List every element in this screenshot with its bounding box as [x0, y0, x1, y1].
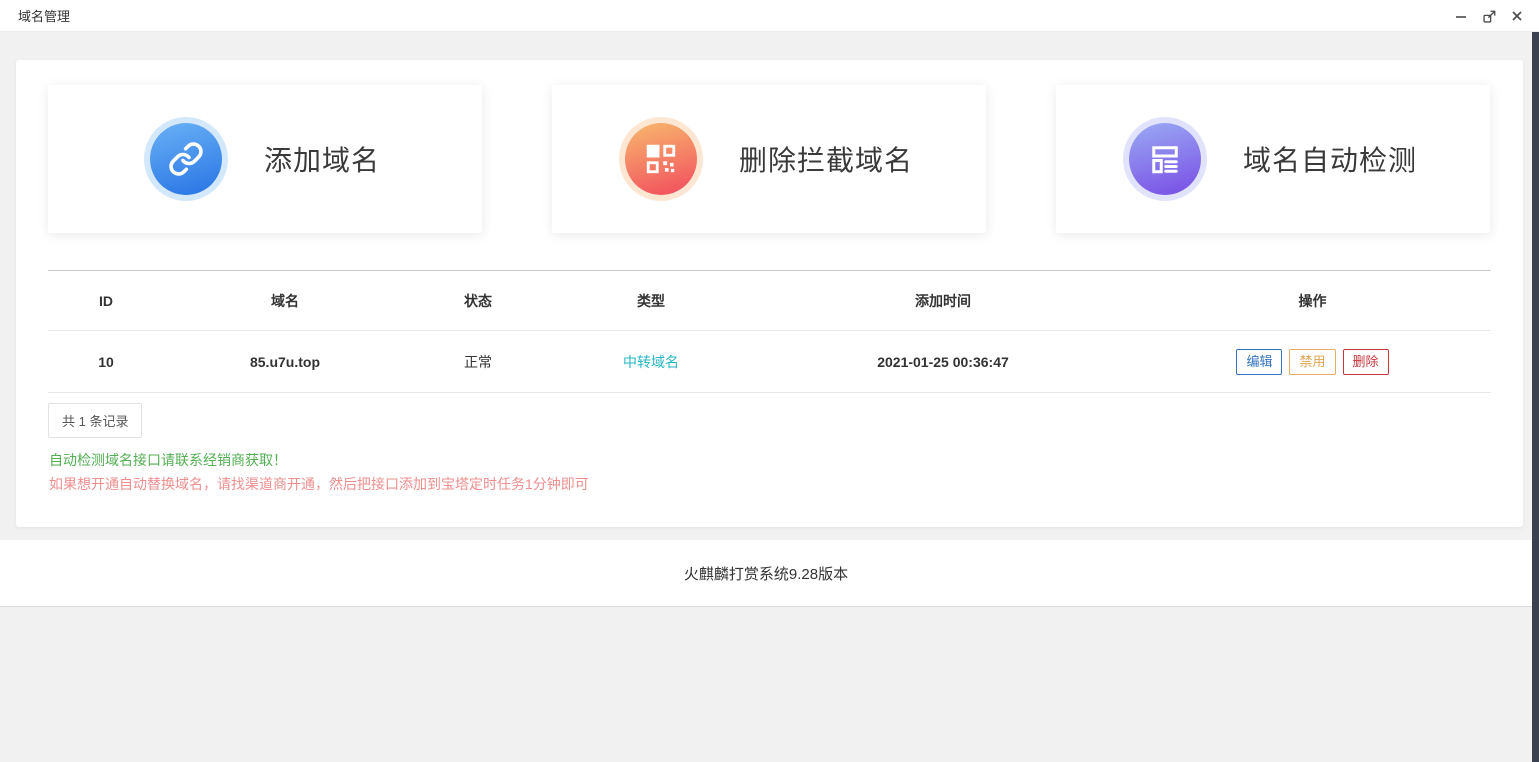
disable-button[interactable]: 禁用 [1289, 349, 1335, 375]
main-panel: 添加域名 删除拦截域名 [16, 60, 1523, 527]
qrcode-icon [625, 123, 697, 195]
edit-button[interactable]: 编辑 [1236, 349, 1282, 375]
window-title: 域名管理 [18, 6, 70, 25]
window-edge-strip [1532, 32, 1539, 762]
delete-blocked-domain-card[interactable]: 删除拦截域名 [552, 85, 986, 233]
row-actions: 编辑 禁用 删除 [1134, 349, 1491, 375]
col-header-added-at: 添加时间 [752, 291, 1134, 311]
domain-auto-detect-card[interactable]: 域名自动检测 [1056, 85, 1490, 233]
col-header-actions: 操作 [1134, 291, 1491, 311]
add-domain-card[interactable]: 添加域名 [48, 85, 482, 233]
footer-bar: 火麒麟打赏系统9.28版本 [0, 540, 1532, 607]
col-header-domain: 域名 [164, 291, 406, 311]
card-label: 删除拦截域名 [739, 139, 913, 179]
card-label: 域名自动检测 [1243, 139, 1417, 179]
minimize-button[interactable] [1453, 8, 1469, 24]
window-controls [1453, 0, 1525, 32]
cell-type[interactable]: 中转域名 [550, 352, 752, 372]
card-label: 添加域名 [264, 139, 380, 179]
notice-auto-replace: 如果想开通自动替换域名，请找渠道商开通，然后把接口添加到宝塔定时任务1分钟即可 [49, 472, 589, 496]
link-icon [150, 123, 222, 195]
cell-status: 正常 [406, 352, 550, 372]
app-window: 域名管理 [0, 0, 1539, 762]
delete-button[interactable]: 删除 [1343, 349, 1389, 375]
titlebar: 域名管理 [0, 0, 1539, 32]
close-button[interactable] [1509, 8, 1525, 24]
col-header-status: 状态 [406, 291, 550, 311]
notices: 自动检测域名接口请联系经销商获取！ 如果想开通自动替换域名，请找渠道商开通，然后… [49, 448, 589, 496]
notice-auto-detect: 自动检测域名接口请联系经销商获取！ [49, 448, 589, 472]
cell-id: 10 [48, 354, 164, 370]
maximize-button[interactable] [1481, 8, 1497, 24]
col-header-id: ID [48, 293, 164, 309]
col-header-type: 类型 [550, 291, 752, 311]
cell-domain: 85.u7u.top [164, 354, 406, 370]
footer-version-text: 火麒麟打赏系统9.28版本 [684, 563, 848, 584]
table-header-row: ID 域名 状态 类型 添加时间 操作 [48, 270, 1491, 331]
record-count-badge: 共 1 条记录 [48, 403, 142, 438]
form-list-icon [1129, 123, 1201, 195]
table-row: 10 85.u7u.top 正常 中转域名 2021-01-25 00:36:4… [48, 331, 1491, 393]
action-cards: 添加域名 删除拦截域名 [48, 85, 1490, 233]
domains-table: ID 域名 状态 类型 添加时间 操作 10 85.u7u.top 正常 中转域… [48, 270, 1491, 393]
cell-added-at: 2021-01-25 00:36:47 [752, 354, 1134, 370]
